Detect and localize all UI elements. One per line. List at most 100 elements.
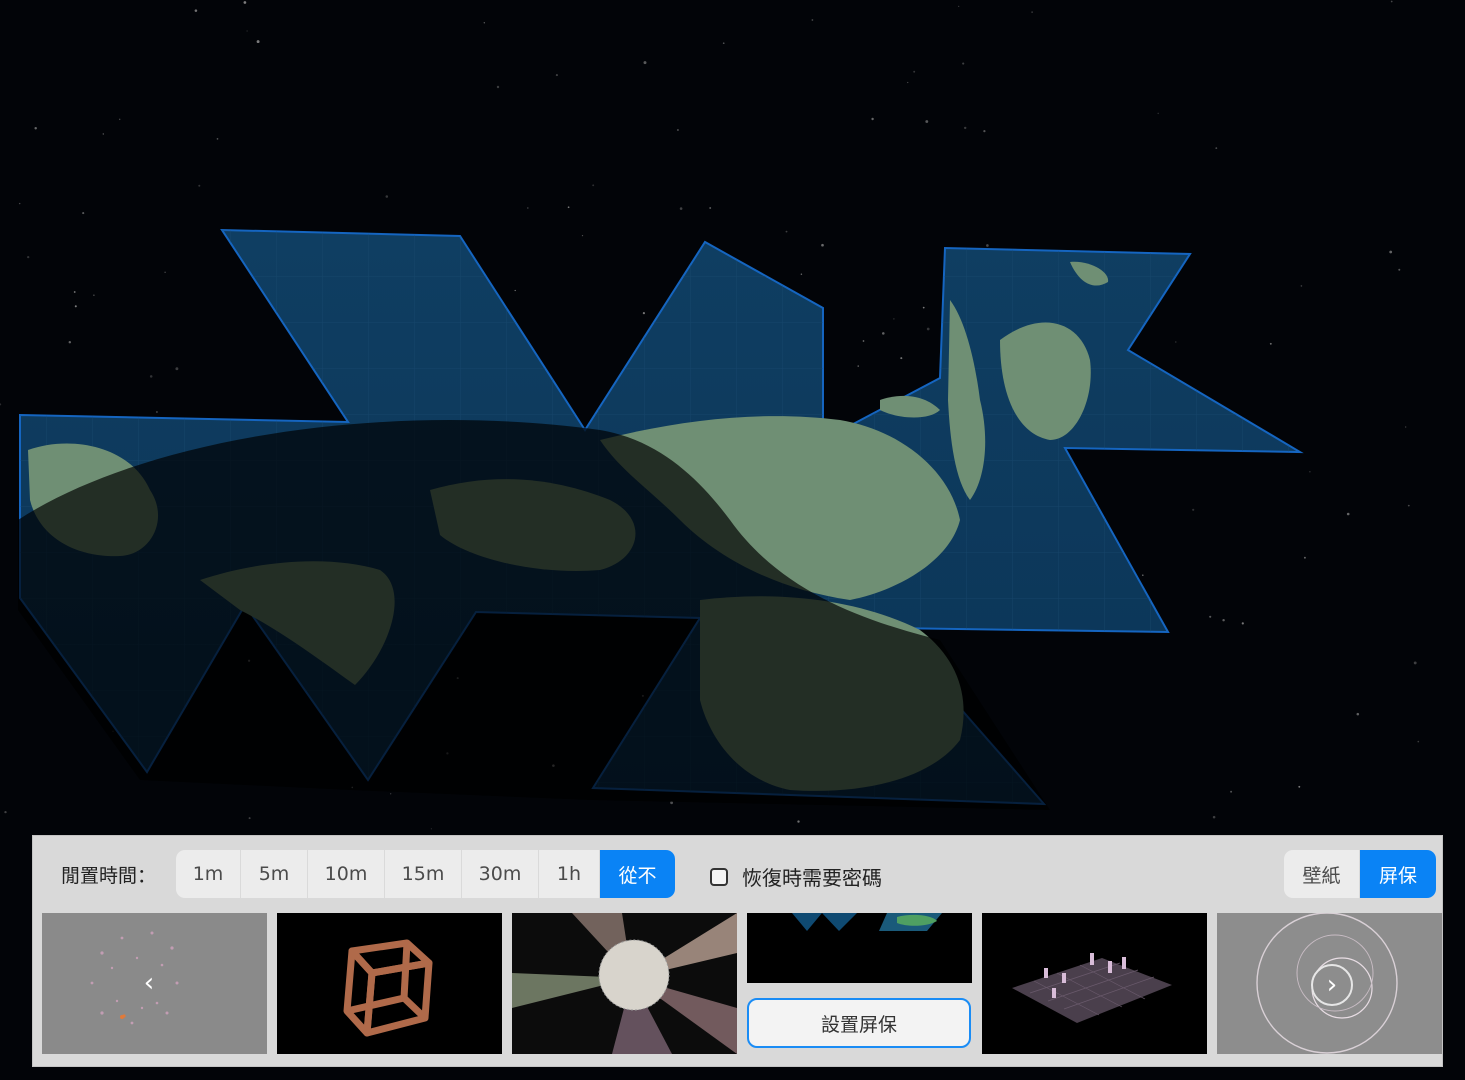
star <box>18 202 21 205</box>
star <box>1212 815 1216 819</box>
star <box>102 133 104 135</box>
star <box>4 810 7 814</box>
star <box>722 42 725 45</box>
star <box>857 365 859 367</box>
star <box>581 235 584 237</box>
star <box>1356 712 1360 716</box>
star <box>385 195 389 198</box>
star <box>155 411 158 413</box>
tab-screensaver[interactable]: 屏保 <box>1360 850 1436 898</box>
star <box>1215 147 1218 150</box>
star <box>926 327 930 331</box>
star <box>430 828 433 830</box>
star <box>74 305 77 308</box>
star <box>149 375 153 378</box>
star <box>555 74 558 77</box>
require-password-label: 恢復時需要密碼 <box>742 866 882 890</box>
star <box>811 19 814 21</box>
star <box>1390 0 1393 3</box>
require-password-option[interactable]: 恢復時需要密碼 <box>710 862 882 891</box>
star <box>1269 342 1272 345</box>
idle-option-30m[interactable]: 30m <box>462 850 539 898</box>
star <box>1142 574 1144 576</box>
star <box>1175 341 1177 343</box>
star <box>871 117 874 121</box>
star <box>483 22 485 24</box>
star <box>514 289 516 292</box>
star <box>983 130 986 133</box>
star <box>958 5 960 8</box>
star <box>821 243 824 247</box>
star <box>1300 285 1303 287</box>
chevron-right-icon[interactable]: › <box>1311 964 1353 1006</box>
screensaver-thumb-dymaxion[interactable] <box>747 913 972 983</box>
star <box>962 62 965 65</box>
idle-option-1m[interactable]: 1m <box>176 850 241 898</box>
idle-time-label: 閒置時間： <box>61 865 157 887</box>
star <box>893 318 895 320</box>
star <box>248 817 251 820</box>
star <box>1303 556 1306 559</box>
star <box>256 40 260 44</box>
star <box>1398 268 1401 271</box>
star <box>1298 785 1301 788</box>
star <box>1389 250 1393 254</box>
star <box>1241 622 1244 625</box>
star <box>1417 740 1420 743</box>
idle-option-never[interactable]: 從不 <box>600 850 675 898</box>
star <box>198 184 201 187</box>
idle-option-15m[interactable]: 15m <box>385 850 462 898</box>
star <box>1157 112 1159 115</box>
star <box>526 207 529 209</box>
star <box>1405 426 1407 428</box>
star <box>0 403 2 406</box>
star <box>862 340 865 342</box>
star <box>164 271 166 273</box>
star <box>1209 615 1212 618</box>
star <box>34 126 37 130</box>
require-password-checkbox[interactable] <box>710 867 728 886</box>
star <box>93 294 95 297</box>
star <box>913 70 916 73</box>
star <box>216 138 219 140</box>
idle-option-10m[interactable]: 10m <box>308 850 385 898</box>
star <box>27 255 30 259</box>
star <box>797 820 800 823</box>
star <box>1407 504 1410 507</box>
screensaver-thumb-circles[interactable]: › <box>1217 913 1442 1054</box>
idle-option-1h[interactable]: 1h <box>539 850 600 898</box>
star <box>900 357 903 360</box>
star <box>390 793 392 795</box>
tab-wallpaper[interactable]: 壁紙 <box>1284 850 1360 898</box>
screensaver-thumb-sphere[interactable] <box>512 913 737 1054</box>
set-screensaver-button[interactable]: 設置屏保 <box>747 998 971 1048</box>
screensaver-thumb-particles[interactable]: ‹ <box>42 913 267 1054</box>
screensaver-thumb-cube[interactable] <box>277 913 502 1054</box>
star <box>1346 512 1350 516</box>
dymaxion-map <box>18 228 1304 810</box>
star <box>1031 11 1033 13</box>
star <box>643 61 647 65</box>
screensaver-settings-panel: 閒置時間： 1m 5m 10m 15m 30m 1h 從不 恢復時需要密碼 壁紙… <box>32 835 1443 1067</box>
star <box>68 340 72 344</box>
star <box>922 306 925 309</box>
star <box>496 85 500 89</box>
star <box>1413 661 1417 665</box>
mode-segmented-control: 壁紙 屏保 <box>1284 850 1436 898</box>
star <box>243 1 247 4</box>
star <box>907 81 909 84</box>
star <box>194 9 198 12</box>
idle-time-segmented-control: 1m 5m 10m 15m 30m 1h 從不 <box>176 850 675 898</box>
star <box>676 128 679 132</box>
star <box>986 244 989 247</box>
star <box>82 212 85 215</box>
star <box>1222 618 1225 622</box>
screensaver-thumb-grid[interactable] <box>982 913 1207 1054</box>
star <box>925 120 929 123</box>
star <box>800 273 803 275</box>
star <box>709 207 712 209</box>
star <box>1230 790 1233 793</box>
idle-option-5m[interactable]: 5m <box>241 850 308 898</box>
chevron-left-icon[interactable]: ‹ <box>130 964 168 1002</box>
star <box>882 332 885 335</box>
